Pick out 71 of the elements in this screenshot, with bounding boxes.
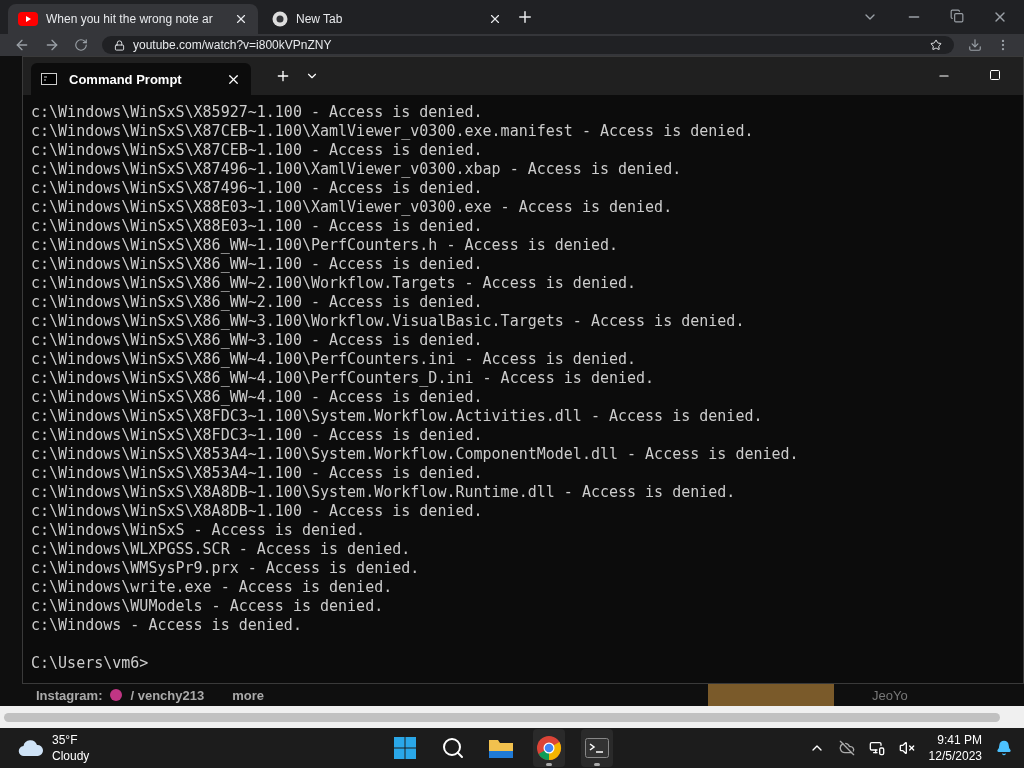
restore-icon[interactable] (950, 9, 964, 23)
output-line: c:\Windows\WinSxS\X86_WW~2.100 - Access is denied. (31, 293, 484, 312)
reload-icon[interactable] (74, 38, 88, 52)
instagram-icon (110, 689, 123, 701)
output-line: c:\Windows\WinSxS\X87496~1.100\XamlViewer_v0300.xbap - Access is denied. (31, 160, 683, 179)
muted-speaker-icon[interactable] (898, 740, 915, 756)
handle-link[interactable]: / venchy213 (130, 687, 205, 703)
output-line: c:\Windows - Access is denied. (31, 616, 303, 635)
output-line: c:\Windows\WinSxS\X88E03~1.100 - Access is denied. (31, 217, 484, 236)
output-line: c:\Windows\WinSxS\X86_WW~2.100\Workflow.Targets - Access is denied. (31, 274, 638, 293)
output-line: c:\Windows\WinSxS\X8A8DB~1.100 - Access is denied. (31, 502, 484, 521)
browser-tab[interactable]: When you hit the wrong note ar (8, 4, 258, 34)
clock-date: 12/5/2023 (928, 748, 982, 764)
output-line: c:\Windows\WinSxS\X8A8DB~1.100\System.Workflow.Runtime.dll - Access is denied. (31, 483, 737, 502)
output-line: c:\Windows\WinSxS\X8FDC3~1.100 - Access is denied. (31, 426, 484, 445)
play-logo-icon (18, 12, 38, 26)
forward-icon[interactable] (44, 37, 60, 53)
output-line: c:\Windows\WinSxS\X86_WW~3.100 - Access is denied. (31, 331, 484, 350)
star-icon[interactable] (930, 39, 942, 51)
output-line: c:\Windows\WinSxS - Access is denied. (31, 521, 367, 540)
close-icon[interactable] (488, 12, 502, 26)
output-line: c:\Windows\WinSxS\X86_WW~1.100\PerfCounters.h - Access is denied. (31, 236, 619, 255)
output-line: c:\Windows\WinSxS\X85927~1.100 - Access is denied. (31, 103, 484, 122)
output-line: c:\Windows\WinSxS\X87CEB~1.100 - Access is denied. (31, 141, 484, 160)
new-tab-icon[interactable] (516, 8, 534, 26)
search-icon (441, 736, 466, 760)
output-line: c:\Windows\WinSxS\X87CEB~1.100\XamlViewer_v0300.exe.manifest - Access is denied. (31, 122, 755, 141)
terminal-icon (585, 738, 610, 758)
browser-tab[interactable]: New Tab (262, 4, 512, 34)
running-indicator (546, 763, 553, 766)
weather-condition: Cloudy (52, 748, 90, 764)
output-line: c:\Windows\WinSxS\X8FDC3~1.100\System.Workflow.Activities.dll - Access is denied. (31, 407, 764, 426)
instagram-label: Instagram: (36, 687, 103, 703)
new-tab-icon[interactable] (275, 68, 291, 84)
more-link[interactable]: more (232, 687, 264, 703)
scrollbar-thumb[interactable] (4, 712, 1000, 722)
maximize-icon[interactable] (989, 69, 1001, 81)
output-line: c:\Windows\WMSysPr9.prx - Access is denied. (31, 559, 421, 578)
close-icon[interactable] (234, 12, 248, 26)
folder-icon (488, 737, 515, 759)
lock-icon (114, 39, 125, 51)
output-line: c:\Windows\WinSxS\X853A4~1.100\System.Workflow.ComponentModel.dll - Access is denied. (31, 445, 800, 464)
output-line: c:\Windows\WinSxS\X86_WW~4.100\PerfCounters_D.ini - Access is denied. (31, 369, 656, 388)
temperature: 35°F (52, 732, 79, 748)
output-line: c:\Windows\WinSxS\X86_WW~1.100 - Access is denied. (31, 255, 484, 274)
console-icon (41, 73, 57, 85)
address-bar[interactable]: youtube.com/watch?v=i800kVPnZNY (102, 36, 954, 54)
output-line: c:\Windows\write.exe - Access is denied. (31, 578, 394, 597)
taskbar-button[interactable] (581, 729, 614, 767)
notification-bell-icon[interactable] (996, 740, 1012, 756)
output-line: c:\Windows\WUModels - Access is denied. (31, 597, 385, 616)
output-line: c:\Windows\WLXPGSS.SCR - Access is denied. (31, 540, 412, 559)
output-line: c:\Windows\WinSxS\X88E03~1.100\XamlViewer_v0300.exe - Access is denied. (31, 198, 674, 217)
taskbar-button[interactable] (533, 729, 566, 767)
cloud-icon (18, 739, 44, 757)
cloud-off-icon[interactable] (838, 740, 855, 756)
output-line: c:\Windows\WinSxS\X86_WW~4.100\PerfCounters.ini - Access is denied. (31, 350, 638, 369)
running-indicator (594, 763, 601, 766)
url-text: youtube.com/watch?v=i800kVPnZNY (133, 38, 332, 52)
back-icon[interactable] (14, 37, 30, 53)
output-line: c:\Windows\WinSxS\X87496~1.100 - Access is denied. (31, 179, 484, 198)
clock-time: 9:41 PM (937, 732, 982, 748)
download-icon[interactable] (968, 38, 982, 52)
command-prompt: C:\Users\vm6> (31, 654, 150, 673)
output-line: c:\Windows\WinSxS\X86_WW~4.100 - Access is denied. (31, 388, 484, 407)
output-line: c:\Windows\WinSxS\X86_WW~3.100\Workflow.VisualBasic.Targets - Access is denied. (31, 312, 746, 331)
terminal-tab[interactable]: Command Prompt (31, 63, 251, 95)
output-line: c:\Windows\WinSxS\X853A4~1.100 - Access is denied. (31, 464, 484, 483)
network-icon[interactable] (868, 740, 885, 756)
channel-name: JeoYo (872, 687, 908, 703)
windows-logo-icon (393, 736, 418, 760)
